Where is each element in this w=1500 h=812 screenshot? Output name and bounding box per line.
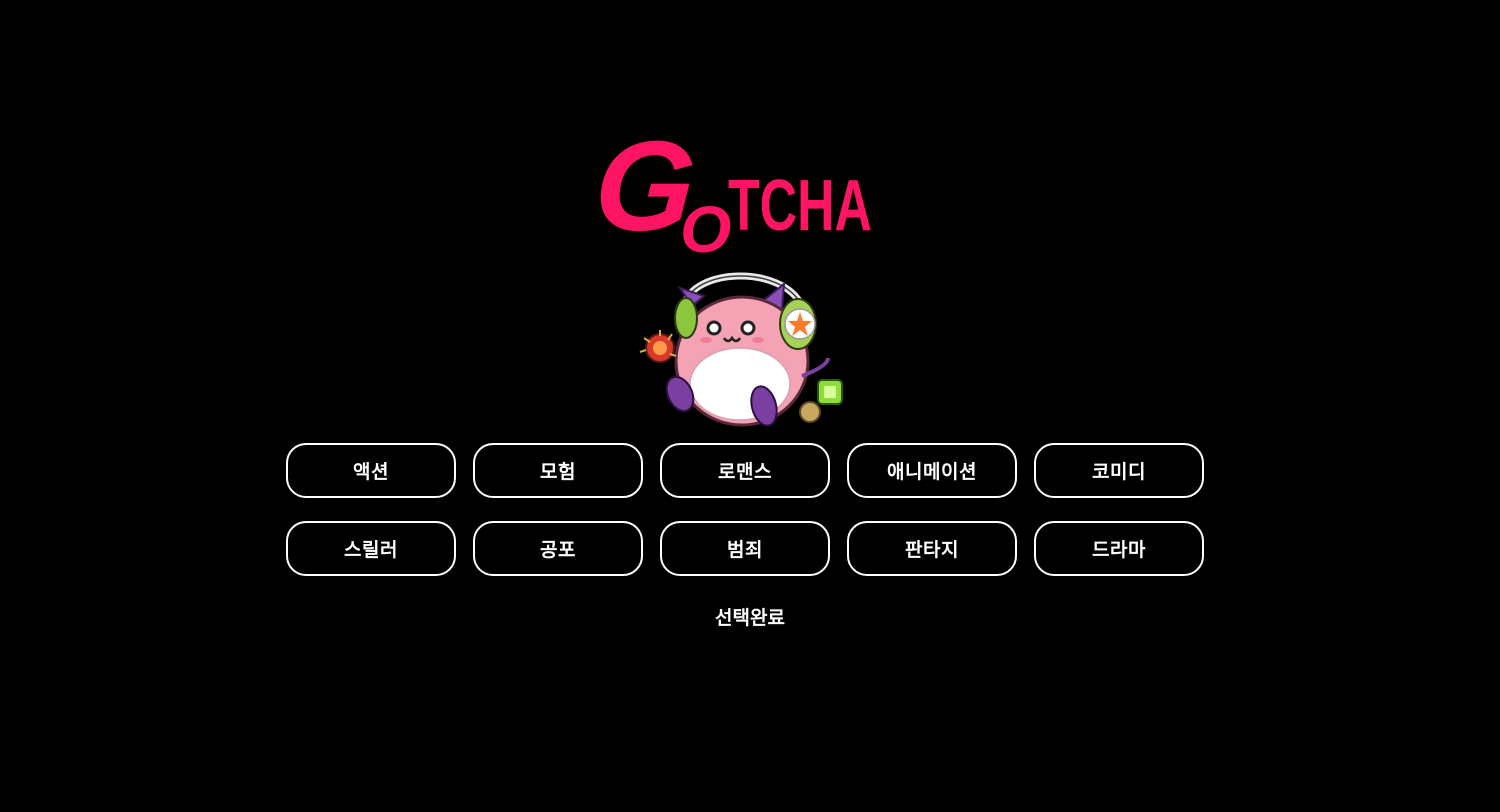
genre-button-horror[interactable]: 공포	[473, 521, 643, 576]
genre-button-adventure[interactable]: 모험	[473, 443, 643, 498]
selection-complete-button[interactable]: 선택완료	[650, 600, 850, 632]
pink-bean-mascot-icon	[639, 272, 843, 427]
genre-button-romance[interactable]: 로맨스	[660, 443, 830, 498]
logo-letters-tcha: TCHA	[728, 166, 872, 246]
logo-letter-o: O	[680, 192, 731, 260]
genre-button-grid: 액션 모험 로맨스 애니메이션 코미디 스릴러 공포 범죄 판타지 드라마	[286, 443, 1204, 576]
genre-button-thriller[interactable]: 스릴러	[286, 521, 456, 576]
genre-button-animation[interactable]: 애니메이션	[847, 443, 1017, 498]
genre-button-drama[interactable]: 드라마	[1034, 521, 1204, 576]
mascot-image	[632, 266, 862, 432]
genre-button-comedy[interactable]: 코미디	[1034, 443, 1204, 498]
genre-button-action[interactable]: 액션	[286, 443, 456, 498]
genre-button-crime[interactable]: 범죄	[660, 521, 830, 576]
gotcha-logo: G O TCHA	[600, 118, 876, 260]
genre-selection-page: G O TCHA 액션 모험 로맨스 애니메이션 코미디 스릴러 공포 범죄 판…	[0, 0, 1500, 812]
genre-button-fantasy[interactable]: 판타지	[847, 521, 1017, 576]
